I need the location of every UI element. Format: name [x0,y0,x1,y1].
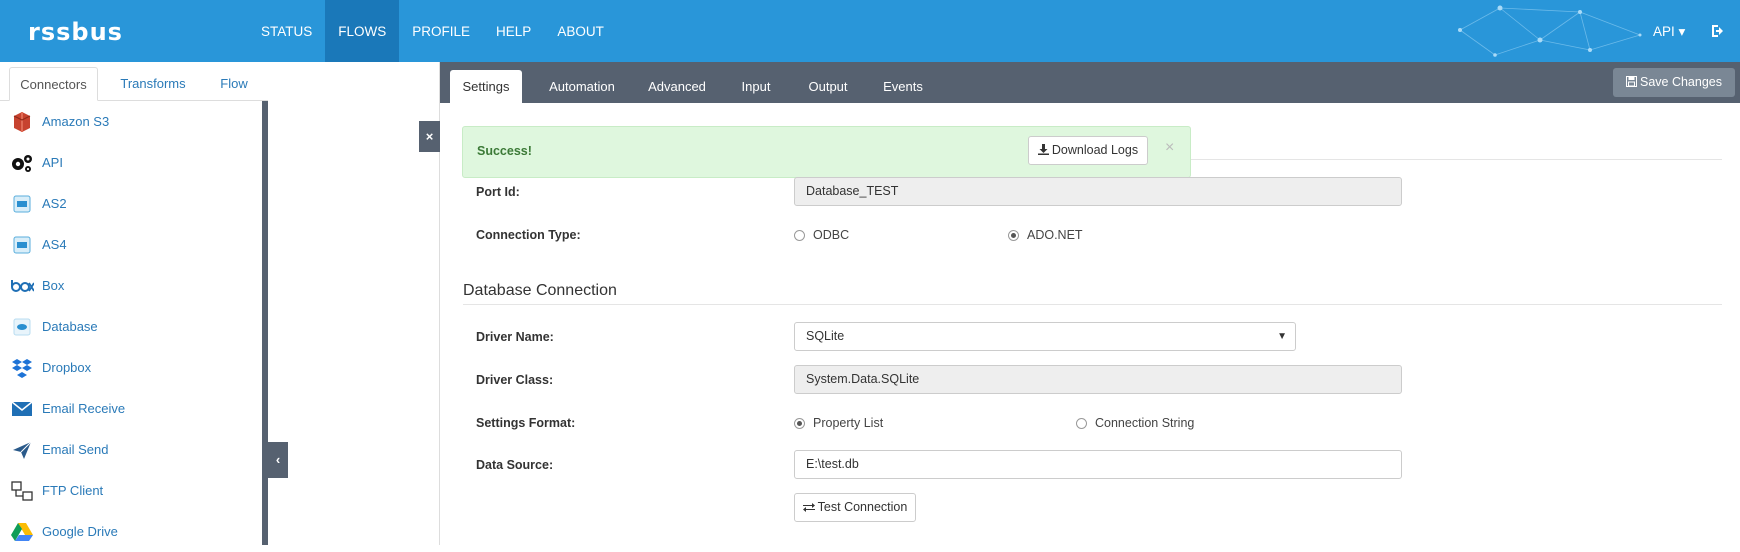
radio-button[interactable] [794,229,805,241]
ftp-client-icon [10,479,34,503]
floppy-disk-icon [1625,76,1637,87]
close-panel-button[interactable]: × [419,121,440,152]
exchange-icon [802,503,815,512]
connector-email-receive[interactable]: Email Receive [0,388,262,429]
tab-output[interactable]: Output [792,70,864,103]
data-source-label: Data Source: [476,458,554,472]
tab-input[interactable]: Input [726,70,786,103]
connection-type-label: Connection Type: [476,228,581,242]
radio-odbc[interactable]: ODBC [794,228,849,242]
radio-label: Property List [813,416,884,430]
connector-google-drive[interactable]: Google Drive [0,511,262,552]
database-icon [10,315,34,339]
connector-email-send[interactable]: Email Send [0,429,262,470]
radio-label: Connection String [1095,416,1195,430]
dropbox-icon [10,356,34,380]
connector-box[interactable]: Box [0,265,262,306]
driver-class-label: Driver Class: [476,373,554,387]
connector-as2[interactable]: AS2 [0,183,262,224]
connector-api[interactable]: API [0,142,262,183]
radio-label: ODBC [813,228,850,242]
user-menu[interactable]: API ▾ [1653,24,1685,40]
test-connection-label: Test Connection [817,500,908,514]
radio-connection-string[interactable]: Connection String [1076,416,1194,430]
top-navbar: rssbus STATUS FLOWS PROFILE HELP ABOUT A… [0,0,1740,62]
connector-dropbox[interactable]: Dropbox [0,347,262,388]
connector-label: Amazon S3 [42,114,110,129]
connector-label: Google Drive [42,524,118,539]
paper-plane-icon [10,438,34,462]
database-connection-heading: Database Connection [463,282,617,299]
as2-icon [10,192,34,216]
as4-icon [10,233,34,257]
rssbus-logo[interactable]: rssbus [28,18,123,46]
connector-list: Amazon S3 API AS2 AS4 Box Database Dropb… [0,101,262,552]
tab-advanced[interactable]: Advanced [634,70,720,103]
logout-icon[interactable] [1710,23,1726,39]
download-logs-button[interactable]: Download Logs [1028,136,1148,165]
success-alert: Success! Download Logs × [462,126,1191,178]
section-divider [1190,159,1722,160]
alert-message: Success! [477,144,532,158]
network-decoration [1458,5,1642,57]
left-panel: Connectors Transforms Flow Amazon S3 API… [0,62,268,545]
close-icon[interactable]: × [1165,139,1174,157]
box-icon [10,274,34,298]
save-changes-button[interactable]: Save Changes [1613,68,1735,97]
main-nav: STATUS FLOWS PROFILE HELP ABOUT [248,0,617,62]
driver-class-field[interactable]: System.Data.SQLite [794,365,1402,394]
data-source-input[interactable]: E:\test.db [794,450,1402,479]
test-connection-button[interactable]: Test Connection [794,493,916,522]
left-panel-tabs: Connectors Transforms Flow [0,62,268,101]
connector-label: Email Receive [42,401,126,416]
caret-down-icon: ▼ [1277,331,1287,342]
connector-as4[interactable]: AS4 [0,224,262,265]
gears-icon [10,151,34,175]
amazon-s3-icon [10,110,34,134]
collapse-panel-button[interactable]: ‹ [268,442,288,478]
radio-property-list[interactable]: Property List [794,416,883,430]
port-id-field[interactable]: Database_TEST [794,177,1402,206]
connector-amazon-s3[interactable]: Amazon S3 [0,101,262,142]
tab-events[interactable]: Events [870,70,936,103]
tab-automation[interactable]: Automation [536,70,628,103]
nav-profile[interactable]: PROFILE [399,0,483,62]
connector-label: Box [42,278,65,293]
tab-connectors[interactable]: Connectors [9,67,98,101]
connector-label: FTP Client [42,483,104,498]
section-divider [463,304,1722,305]
settings-tabbar: Settings Automation Advanced Input Outpu… [440,62,1740,103]
radio-button-selected[interactable] [1008,229,1019,241]
save-changes-label: Save Changes [1639,75,1722,89]
radio-label: ADO.NET [1027,228,1083,242]
tab-transforms[interactable]: Transforms [108,67,198,101]
nav-help[interactable]: HELP [483,0,544,62]
connector-label: Email Send [42,442,109,457]
settings-format-label: Settings Format: [476,416,576,430]
nav-about[interactable]: ABOUT [544,0,617,62]
radio-adonet[interactable]: ADO.NET [1008,228,1083,242]
driver-name-value: SQLite [806,329,845,343]
radio-button-selected[interactable] [794,417,805,429]
connector-label: AS4 [42,237,67,252]
nav-flows[interactable]: FLOWS [325,0,400,62]
connector-label: Dropbox [42,360,92,375]
connector-label: API [42,155,63,170]
download-icon [1037,144,1049,155]
connector-ftp-client[interactable]: FTP Client [0,470,262,511]
envelope-icon [10,397,34,421]
radio-button[interactable] [1076,417,1087,429]
tab-settings[interactable]: Settings [450,70,522,103]
tab-flow[interactable]: Flow [200,67,268,101]
nav-status[interactable]: STATUS [248,0,325,62]
driver-name-label: Driver Name: [476,330,554,344]
driver-name-select[interactable]: SQLite ▼ [794,322,1296,351]
connector-label: Database [42,319,98,334]
connector-label: AS2 [42,196,67,211]
flow-canvas-gutter [268,62,440,545]
google-drive-icon [10,520,34,544]
port-id-label: Port Id: [476,185,520,199]
download-logs-label: Download Logs [1051,143,1139,157]
connector-database[interactable]: Database [0,306,262,347]
